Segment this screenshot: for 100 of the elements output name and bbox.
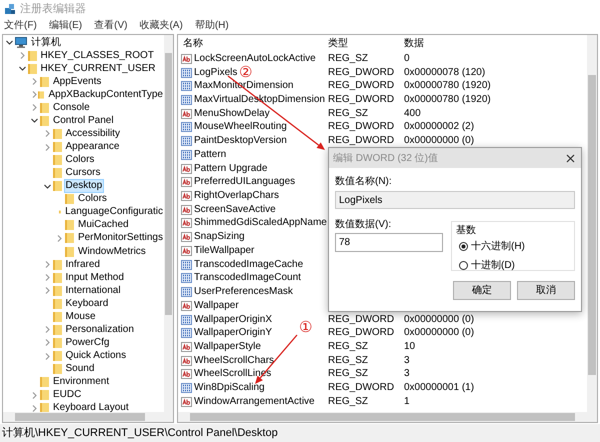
- tree-item[interactable]: Desktop: [64, 180, 104, 192]
- value-name[interactable]: TranscodedImageCount: [194, 272, 301, 284]
- tree-item[interactable]: Mouse: [64, 310, 97, 323]
- value-name[interactable]: WallpaperStyle: [194, 340, 261, 353]
- column-header[interactable]: 类型: [328, 36, 404, 50]
- tree-item[interactable]: MuiCached: [77, 219, 130, 232]
- tree-item[interactable]: Sound: [64, 363, 96, 376]
- expanded-chevron-icon[interactable]: [44, 182, 50, 190]
- collapsed-chevron-icon[interactable]: [31, 404, 38, 412]
- string-value-icon: [181, 177, 192, 188]
- collapsed-chevron-icon[interactable]: [44, 352, 50, 360]
- scroll-thumb[interactable]: [190, 413, 575, 421]
- value-name[interactable]: MouseWheelRouting: [194, 121, 287, 134]
- tree-item[interactable]: Appearance: [64, 141, 120, 154]
- collapsed-chevron-icon[interactable]: [44, 144, 50, 151]
- value-data: 0: [404, 52, 410, 64]
- tree-item[interactable]: LanguageConfiguratic: [64, 206, 164, 218]
- vertical-scrollbar[interactable]: [587, 35, 597, 412]
- collapsed-chevron-icon[interactable]: [44, 287, 50, 294]
- value-name[interactable]: Wallpaper: [194, 300, 239, 312]
- scroll-thumb[interactable]: [15, 413, 145, 421]
- value-name[interactable]: Pattern Upgrade: [194, 162, 268, 175]
- collapsed-chevron-icon[interactable]: [44, 274, 50, 282]
- tree-item[interactable]: 计算机: [30, 36, 62, 49]
- value-name[interactable]: SnapSizing: [194, 231, 245, 244]
- collapsed-chevron-icon[interactable]: [31, 91, 38, 98]
- menu-item[interactable]: 文件(F): [4, 18, 37, 32]
- tree-item[interactable]: Environment: [52, 376, 110, 388]
- collapsed-chevron-icon[interactable]: [44, 326, 50, 334]
- tree-item[interactable]: Keyboard Layout: [52, 402, 130, 412]
- vertical-scrollbar[interactable]: [164, 35, 173, 412]
- tree-item[interactable]: PowerCfg: [64, 336, 110, 349]
- value-name[interactable]: ShimmedGdiScaledAppName: [194, 217, 327, 230]
- radio-button[interactable]: [459, 242, 468, 251]
- tree-item[interactable]: Colors: [64, 154, 96, 166]
- value-name[interactable]: WallpaperOriginY: [194, 327, 272, 340]
- tree-item[interactable]: PerMonitorSettings: [76, 232, 164, 244]
- expanded-chevron-icon[interactable]: [18, 65, 26, 72]
- collapsed-chevron-icon[interactable]: [56, 234, 63, 242]
- name-field[interactable]: LogPixels: [335, 191, 575, 209]
- collapsed-chevron-icon[interactable]: [31, 392, 38, 399]
- value-name[interactable]: Win8DpiScaling: [194, 382, 265, 394]
- value-name[interactable]: Pattern: [194, 148, 226, 161]
- collapsed-chevron-icon[interactable]: [44, 339, 50, 346]
- binary-value-icon: [181, 150, 192, 160]
- scroll-thumb[interactable]: [165, 53, 172, 315]
- expanded-chevron-icon[interactable]: [6, 39, 13, 46]
- column-header[interactable]: 名称: [178, 36, 328, 50]
- value-name[interactable]: ScreenSaveActive: [194, 204, 276, 216]
- menu-item[interactable]: 收藏夹(A): [139, 18, 183, 32]
- collapsed-chevron-icon[interactable]: [31, 104, 38, 112]
- string-value-icon: [181, 342, 192, 352]
- tree-item[interactable]: Cursors: [64, 167, 102, 180]
- value-name[interactable]: MenuShowDelay: [194, 108, 270, 120]
- tree-item[interactable]: Console: [52, 102, 91, 114]
- tree-item[interactable]: Colors: [77, 193, 108, 206]
- tree-item[interactable]: Personalization: [64, 324, 135, 336]
- value-name[interactable]: LogPixels: [194, 66, 238, 79]
- value-name[interactable]: WheelScrollChars: [194, 354, 274, 367]
- collapsed-chevron-icon[interactable]: [44, 130, 50, 138]
- folder-icon: [40, 403, 49, 412]
- tree-item[interactable]: International: [64, 284, 122, 297]
- horizontal-scrollbar[interactable]: [178, 412, 597, 422]
- value-name[interactable]: PaintDesktopVersion: [194, 135, 287, 148]
- column-header[interactable]: 数据: [404, 36, 587, 50]
- tree-item[interactable]: WindowMetrics: [77, 246, 147, 258]
- scroll-thumb[interactable]: [588, 75, 596, 375]
- data-field[interactable]: 78: [335, 233, 443, 252]
- expanded-chevron-icon[interactable]: [31, 117, 38, 124]
- value-name[interactable]: RightOverlapChars: [194, 190, 280, 202]
- close-icon[interactable]: [566, 154, 575, 162]
- value-name[interactable]: WindowArrangementActive: [194, 396, 315, 408]
- value-name[interactable]: TranscodedImageCache: [194, 258, 304, 271]
- dialog-button[interactable]: 取消: [517, 281, 575, 300]
- tree-item[interactable]: Control Panel: [52, 114, 115, 127]
- collapsed-chevron-icon[interactable]: [31, 78, 38, 86]
- menu-item[interactable]: 编辑(E): [48, 18, 82, 32]
- tree-item[interactable]: Quick Actions: [64, 350, 128, 362]
- value-type: REG_DWORD: [328, 135, 394, 146]
- horizontal-scrollbar[interactable]: [3, 412, 173, 422]
- value-name[interactable]: PreferredUILanguages: [194, 176, 296, 188]
- tree-item[interactable]: EUDC: [52, 389, 82, 402]
- menu-item[interactable]: 帮助(H): [194, 18, 229, 32]
- value-name[interactable]: LockScreenAutoLockActive: [194, 52, 316, 65]
- tree-item[interactable]: Infrared: [64, 258, 101, 271]
- tree-item[interactable]: Input Method: [64, 272, 125, 284]
- tree-item[interactable]: Keyboard: [64, 298, 110, 310]
- tree-item[interactable]: HKEY_CLASSES_ROOT: [40, 50, 155, 62]
- value-name[interactable]: TileWallpaper: [194, 244, 254, 257]
- value-name[interactable]: WallpaperOriginX: [194, 314, 272, 326]
- dialog-button[interactable]: 确定: [453, 281, 511, 300]
- tree-item[interactable]: HKEY_CURRENT_USER: [40, 62, 157, 75]
- collapsed-chevron-icon[interactable]: [44, 261, 50, 268]
- menu-item[interactable]: 查看(V): [94, 18, 128, 32]
- tree-item[interactable]: AppXBackupContentType: [47, 88, 164, 101]
- tree-item[interactable]: AppEvents: [52, 76, 102, 88]
- tree-item[interactable]: Accessibility: [64, 128, 121, 140]
- value-name[interactable]: UserPreferencesMask: [194, 286, 293, 298]
- collapsed-chevron-icon[interactable]: [18, 52, 26, 60]
- radio-button[interactable]: [459, 261, 468, 270]
